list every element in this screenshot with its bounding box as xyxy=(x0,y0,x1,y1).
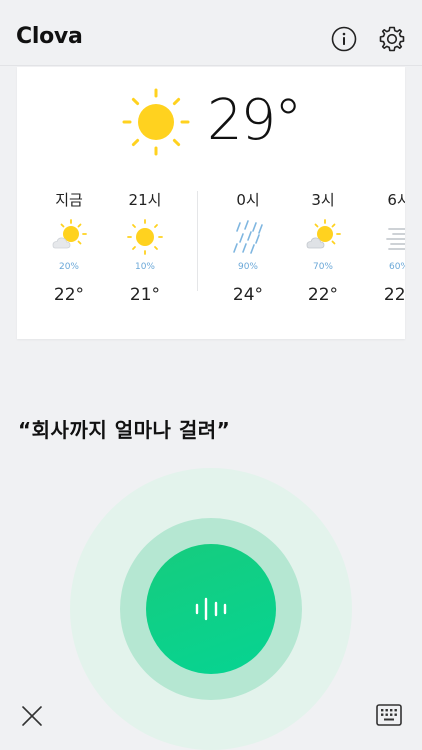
voice-wave-icon xyxy=(195,597,227,621)
hour-time: 지금 xyxy=(55,191,83,209)
hour-temperature: 22° xyxy=(53,285,85,305)
precip-chance: 70% xyxy=(312,262,333,272)
current-temperature: 29° xyxy=(207,88,302,153)
hourly-forecast[interactable]: 지금 20% 22° 21시 10% 21° 0시 90% 24° 3시 70%… xyxy=(17,189,405,305)
voice-query-text: “회사까지 얼마나 걸려” xyxy=(18,418,231,442)
keyboard-icon xyxy=(376,704,402,726)
hour-time: 6시 xyxy=(387,191,405,209)
info-button[interactable] xyxy=(330,25,358,53)
sun-icon xyxy=(127,219,163,255)
hourly-item: 지금 20% 22° xyxy=(39,189,99,305)
hourly-item: 0시 90% 24° xyxy=(218,189,278,305)
info-circle-icon xyxy=(331,26,357,52)
precip-chance: 20% xyxy=(58,262,79,272)
hourly-item: 21시 10% 21° xyxy=(115,189,175,305)
sun-icon xyxy=(122,88,190,156)
hour-time: 3시 xyxy=(311,191,335,209)
settings-button[interactable] xyxy=(378,25,406,53)
app-header: Clova xyxy=(0,0,422,66)
mic-button[interactable] xyxy=(146,544,276,674)
rain-icon xyxy=(233,220,263,254)
sun-cloud-icon xyxy=(52,219,87,249)
close-icon xyxy=(22,706,42,726)
close-button[interactable] xyxy=(18,702,46,730)
fog-icon xyxy=(386,228,405,250)
hour-temperature: 21° xyxy=(129,285,161,305)
hour-temperature: 22° xyxy=(383,285,405,305)
precip-chance: 90% xyxy=(237,262,258,272)
hourly-item: 3시 70% 22° xyxy=(293,189,353,305)
hour-temperature: 24° xyxy=(232,285,264,305)
hour-temperature: 22° xyxy=(307,285,339,305)
gear-icon xyxy=(379,26,405,52)
keyboard-button[interactable] xyxy=(374,702,404,728)
hour-time: 21시 xyxy=(128,191,162,209)
current-weather: 29° xyxy=(17,88,405,159)
voice-input-area xyxy=(70,468,352,750)
precip-chance: 10% xyxy=(134,262,155,272)
hourly-item: 6시 60% 22° xyxy=(369,189,405,305)
hour-time: 0시 xyxy=(236,191,260,209)
precip-chance: 60% xyxy=(388,262,405,272)
app-title: Clova xyxy=(16,24,83,49)
weather-card[interactable]: 29° 지금 20% 22° 21시 10% 21° 0시 90% 24° 3시… xyxy=(17,67,405,339)
sun-cloud-icon xyxy=(306,219,341,249)
